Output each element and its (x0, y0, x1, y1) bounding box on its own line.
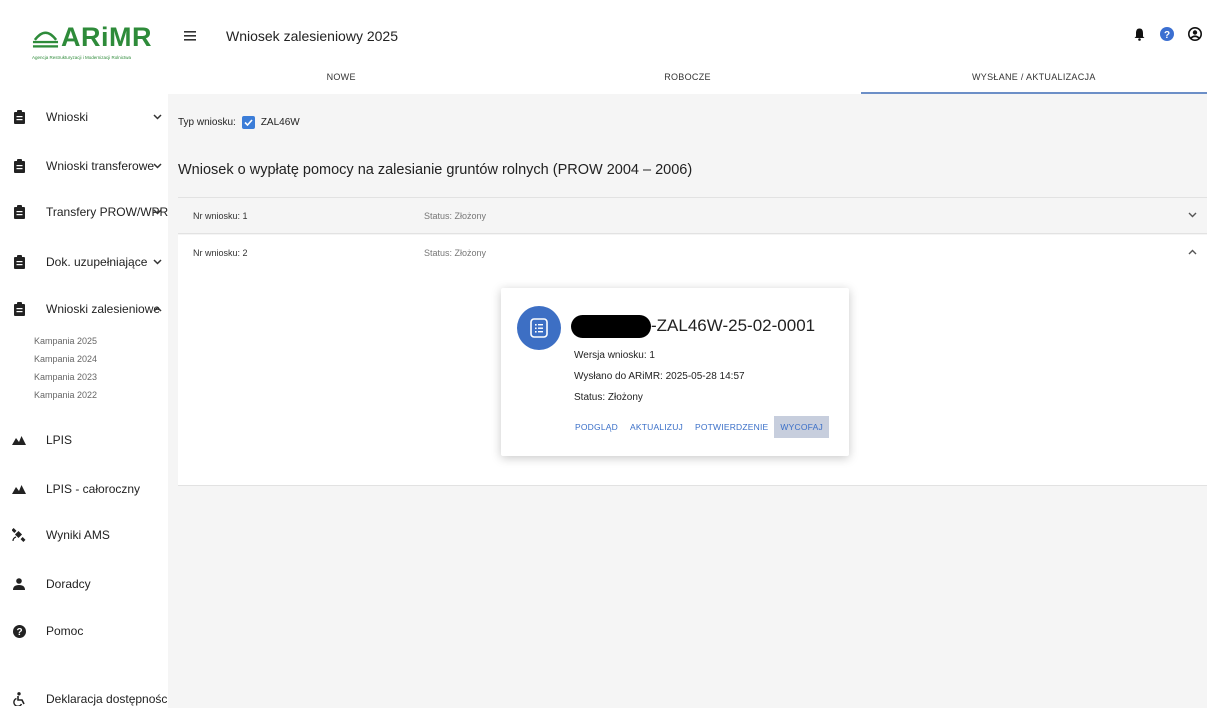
checkmark-icon (244, 119, 253, 126)
application-type-row: Typ wniosku: ZAL46W (178, 116, 300, 129)
logo-text: ARiMR (61, 22, 152, 52)
question-icon: ? (12, 624, 26, 638)
sidebar-item-label: Deklaracja dostępności (46, 692, 171, 706)
confirmation-button[interactable]: POTWIERDZENIE (689, 416, 774, 438)
sidebar-subitem-kampania-2023[interactable]: Kampania 2023 (34, 372, 97, 382)
sidebar-item-label: Wnioski zalesieniowe (46, 302, 161, 316)
clipboard-icon (12, 205, 26, 219)
sidebar-item-label: Doradcy (46, 577, 91, 591)
application-sent-date: Wysłano do ARiMR: 2025-05-28 14:57 (574, 371, 745, 382)
sidebar-item-label: LPIS (46, 433, 73, 447)
sidebar-item-wnioski[interactable]: Wnioski (0, 102, 168, 132)
tab-wyslane-aktualizacja[interactable]: WYSŁANE / AKTUALIZACJA (860, 64, 1207, 94)
sidebar-item-dok-uzupelniajace[interactable]: Dok. uzupełniające (0, 247, 168, 277)
chevron-up-icon (153, 304, 162, 315)
clipboard-icon (12, 159, 26, 173)
application-id: -ZAL46W-25-02-0001 (651, 316, 816, 335)
sidebar-item-label: Dok. uzupełniające (46, 255, 148, 269)
sidebar-item-deklaracja[interactable]: Deklaracja dostępności (0, 684, 171, 708)
chevron-down-icon (153, 207, 162, 218)
type-value: ZAL46W (260, 117, 300, 128)
bell-icon[interactable] (1131, 26, 1147, 42)
sidebar-item-pomoc[interactable]: ? Pomoc (0, 616, 168, 646)
sidebar: ARiMR Agencja Restrukturyzacji i Moderni… (0, 0, 171, 708)
chevron-down-icon (1188, 210, 1197, 221)
clipboard-icon (12, 302, 26, 316)
sidebar-item-label: LPIS - całoroczny (46, 482, 141, 496)
application-version: Wersja wniosku: 1 (574, 350, 655, 361)
update-button[interactable]: AKTUALIZUJ (624, 416, 689, 438)
application-status: Status: Złożony (424, 248, 487, 258)
page-title: Wniosek zalesieniowy 2025 (226, 28, 398, 44)
application-number: Nr wniosku: 1 (193, 211, 248, 221)
application-status: Status: Złożony (424, 211, 487, 221)
arimr-logo[interactable]: ARiMR Agencja Restrukturyzacji i Moderni… (32, 22, 152, 66)
type-checkbox[interactable] (241, 116, 255, 129)
withdraw-button[interactable]: WYCOFAJ (774, 416, 829, 438)
help-icon[interactable]: ? (1159, 26, 1175, 42)
mountain-icon (12, 482, 26, 496)
tab-nowe[interactable]: NOWE (168, 64, 514, 94)
sidebar-subitem-kampania-2025[interactable]: Kampania 2025 (34, 336, 97, 346)
tab-bar: NOWE ROBOCZE WYSŁANE / AKTUALIZACJA (168, 64, 1207, 94)
sidebar-item-label: Wyniki AMS (46, 528, 110, 542)
document-icon (517, 306, 561, 350)
sidebar-item-doradcy[interactable]: Doradcy (0, 569, 168, 599)
chevron-down-icon (153, 257, 162, 268)
application-panel-1: Nr wniosku: 1 Status: Złożony (178, 197, 1207, 234)
sidebar-subitem-kampania-2022[interactable]: Kampania 2022 (34, 390, 97, 400)
sidebar-item-label: Wnioski transferowe (46, 159, 155, 173)
logo-emblem-icon (32, 30, 59, 48)
sidebar-item-transfery[interactable]: Transfery PROW/WPR (0, 197, 168, 227)
satellite-icon (12, 528, 26, 542)
application-panel-header[interactable]: Nr wniosku: 2 Status: Złożony (178, 235, 1207, 271)
application-panel-header[interactable]: Nr wniosku: 1 Status: Złożony (178, 198, 1207, 234)
sidebar-item-wyniki-ams[interactable]: Wyniki AMS (0, 520, 168, 550)
chevron-down-icon (153, 112, 162, 123)
sidebar-item-wnioski-zalesieniowe[interactable]: Wnioski zalesieniowe (0, 294, 168, 324)
application-card-status: Status: Złożony (574, 392, 643, 403)
sidebar-item-lpis[interactable]: LPIS (0, 425, 168, 455)
hamburger-menu-icon[interactable] (184, 28, 196, 45)
top-header: Wniosek zalesieniowy 2025 ? NOWE ROBOCZE… (168, 0, 1207, 94)
sidebar-subitem-kampania-2024[interactable]: Kampania 2024 (34, 354, 97, 364)
preview-button[interactable]: PODGLĄD (569, 416, 624, 438)
chevron-down-icon (153, 161, 162, 172)
redacted-block (571, 315, 651, 338)
sidebar-item-label: Wnioski (46, 110, 89, 124)
logo-subtitle: Agencja Restrukturyzacji i Modernizacji … (32, 55, 132, 60)
chevron-up-icon (1188, 247, 1197, 258)
mountain-icon (12, 433, 26, 447)
section-title: Wniosek o wypłatę pomocy na zalesianie g… (178, 162, 693, 178)
sidebar-item-label: Pomoc (46, 624, 84, 638)
user-account-icon[interactable] (1187, 26, 1203, 42)
type-label: Typ wniosku: (178, 117, 236, 128)
sidebar-item-label: Transfery PROW/WPR (46, 205, 169, 219)
svg-text:?: ? (1164, 30, 1170, 41)
sidebar-item-wnioski-transferowe[interactable]: Wnioski transferowe (0, 151, 168, 181)
sidebar-item-lpis-caloroczny[interactable]: LPIS - całoroczny (0, 474, 168, 504)
clipboard-icon (12, 255, 26, 269)
tab-robocze[interactable]: ROBOCZE (514, 64, 860, 94)
clipboard-icon (12, 110, 26, 124)
person-icon (12, 577, 26, 591)
application-number: Nr wniosku: 2 (193, 248, 248, 258)
accessibility-icon (12, 692, 26, 706)
main-content: Typ wniosku: ZAL46W Wniosek o wypłatę po… (168, 94, 1207, 708)
svg-text:?: ? (16, 627, 22, 638)
application-card: -ZAL46W-25-02-0001 Wersja wniosku: 1 Wys… (501, 288, 849, 456)
card-actions: PODGLĄD AKTUALIZUJ POTWIERDZENIE WYCOFAJ (569, 416, 829, 438)
